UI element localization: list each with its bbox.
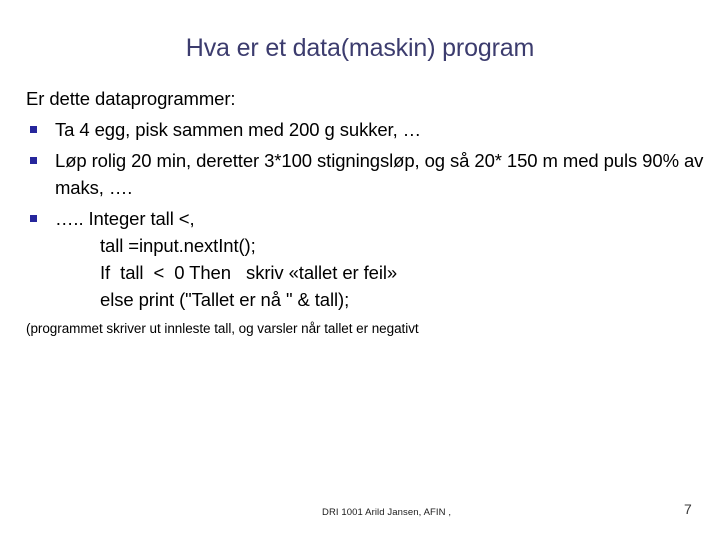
list-item-label: Ta 4 egg, pisk sammen med 200 g sukker, … [55, 119, 422, 140]
page-number: 7 [684, 501, 692, 517]
lead-text: Er dette dataprogrammer: [26, 88, 236, 109]
bullet-list: Ta 4 egg, pisk sammen med 200 g sukker, … [26, 116, 720, 232]
footer-credit: DRI 1001 Arild Jansen, AFIN , [322, 507, 452, 518]
code-line: else print ("Tallet er nå " & tall); [100, 289, 350, 310]
list-item-label: Løp rolig 20 min, deretter 3*100 stignin… [55, 150, 704, 198]
square-bullet-icon [30, 157, 37, 164]
code-block: tall =input.nextInt(); If tall < 0 Then … [26, 232, 720, 313]
square-bullet-icon [30, 215, 37, 222]
slide-body: Er dette dataprogrammer: Ta 4 egg, pisk … [26, 86, 720, 338]
note-text: (programmet skriver ut innleste tall, og… [26, 321, 419, 336]
list-item-label: ….. Integer tall <, [55, 208, 195, 229]
list-item: Ta 4 egg, pisk sammen med 200 g sukker, … [26, 116, 720, 143]
list-item: ….. Integer tall <, [26, 205, 720, 232]
square-bullet-icon [30, 126, 37, 133]
list-item: Løp rolig 20 min, deretter 3*100 stignin… [26, 147, 720, 201]
slide-canvas: Hva er et data(maskin) program Er dette … [0, 0, 720, 540]
page-title: Hva er et data(maskin) program [185, 34, 535, 62]
code-line: tall =input.nextInt(); [100, 235, 256, 256]
code-line: If tall < 0 Then skriv «tallet er feil» [100, 262, 398, 283]
